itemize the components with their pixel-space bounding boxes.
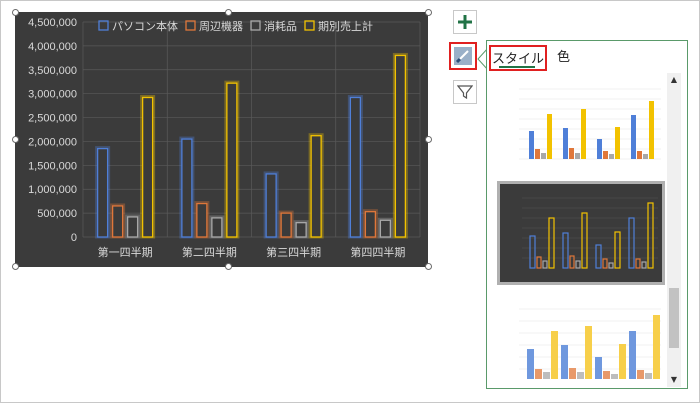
resize-handle-mr[interactable]: [425, 136, 432, 143]
scroll-up-arrow-icon[interactable]: ▲: [667, 73, 681, 87]
legend-swatch: [185, 20, 196, 31]
bar-1: [280, 212, 292, 238]
style-thumbnail-1[interactable]: [497, 77, 665, 173]
legend-label: 期別売上計: [318, 19, 373, 33]
style-preview-light: [497, 77, 665, 173]
plus-icon: [458, 15, 472, 29]
bar-0: [181, 138, 193, 238]
resize-handle-br[interactable]: [425, 263, 432, 270]
brush-icon: [454, 47, 472, 65]
active-tab-indicator: [499, 66, 535, 68]
y-tick-label: 500,000: [37, 208, 77, 220]
style-thumbnail-3[interactable]: [497, 295, 665, 387]
legend-swatch: [98, 20, 109, 31]
bar-1: [364, 211, 377, 238]
tab-color[interactable]: 色: [557, 45, 570, 71]
legend-label: パソコン本体: [112, 19, 178, 33]
bar-chart: 0 500,000 1,000,000 1,500,000 2,000,000 2,500…: [28, 17, 421, 259]
style-preview-wide: [497, 295, 665, 387]
bar-2: [126, 216, 139, 238]
bar-0: [349, 96, 362, 238]
bar-1: [111, 205, 124, 238]
chart-filters-button[interactable]: [453, 80, 477, 104]
bar-3: [226, 82, 238, 238]
x-tick-label: 第三四半期: [266, 245, 321, 259]
y-tick-label: 2,000,000: [28, 136, 77, 148]
bar-0: [265, 173, 277, 238]
y-tick-label: 0: [71, 232, 77, 244]
legend-swatch: [304, 20, 315, 31]
y-tick-label: 3,500,000: [28, 65, 77, 77]
resize-handle-bc[interactable]: [225, 263, 232, 270]
chart-style-panel: スタイル 色 ▲ ▼: [486, 40, 688, 389]
style-thumbnail-2-selected[interactable]: [497, 181, 665, 285]
bar-1: [196, 202, 208, 238]
resize-handle-bl[interactable]: [12, 263, 19, 270]
y-tick-label: 2,500,000: [28, 113, 77, 125]
style-preview-dark: [500, 184, 662, 282]
style-gallery: [497, 73, 665, 387]
y-tick-label: 3,000,000: [28, 89, 77, 101]
x-tick-label: 第四四半期: [350, 245, 405, 259]
resize-handle-tr[interactable]: [425, 9, 432, 16]
y-tick-label: 1,000,000: [28, 184, 77, 196]
x-tick-label: 第一四半期: [98, 245, 153, 259]
chart-styles-button[interactable]: [449, 42, 477, 70]
resize-handle-tl[interactable]: [12, 9, 19, 16]
resize-handle-tc[interactable]: [225, 9, 232, 16]
legend-label: 周辺機器: [199, 19, 243, 33]
chart-area[interactable]: 0 500,000 1,000,000 1,500,000 2,000,000 2,500…: [15, 12, 428, 267]
scroll-down-arrow-icon[interactable]: ▼: [667, 373, 681, 387]
y-tick-label: 1,500,000: [28, 160, 77, 172]
legend-label: 消耗品: [264, 19, 297, 33]
y-tick-label: 4,000,000: [28, 41, 77, 53]
bar-0: [96, 147, 109, 238]
bar-2: [295, 222, 307, 238]
gallery-scrollbar[interactable]: ▲ ▼: [667, 73, 681, 387]
bar-3: [141, 96, 154, 238]
bar-3: [394, 54, 407, 238]
filter-icon: [457, 85, 473, 100]
bar-2: [379, 219, 392, 238]
x-tick-label: 第二四半期: [182, 245, 237, 259]
resize-handle-ml[interactable]: [12, 136, 19, 143]
bar-2: [211, 217, 223, 238]
bar-3: [310, 135, 322, 238]
scrollbar-thumb[interactable]: [669, 288, 679, 348]
y-tick-label: 4,500,000: [28, 17, 77, 29]
chart-elements-button[interactable]: [453, 10, 477, 34]
legend-swatch: [250, 20, 261, 31]
